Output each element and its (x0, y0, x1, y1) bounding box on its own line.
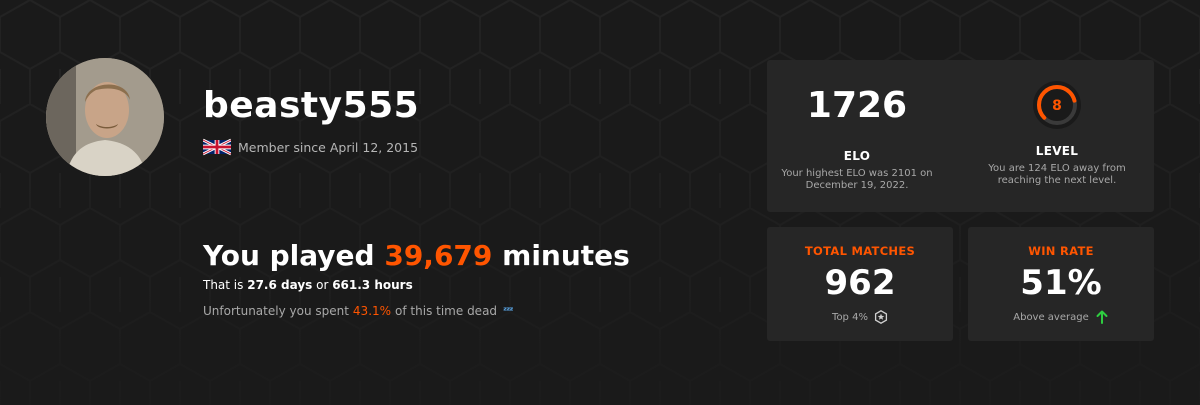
total-matches-foot: Top 4% (767, 310, 953, 324)
detail-prefix: That is (203, 278, 248, 292)
star-badge-icon (874, 310, 888, 324)
dead-prefix: Unfortunately you spent (203, 304, 349, 318)
dead-suffix: of this time dead (395, 304, 498, 318)
time-dead-line: Unfortunately you spent 43.1% of this ti… (203, 304, 514, 318)
member-since-text: Member since April 12, 2015 (238, 139, 419, 155)
detail-mid: or (312, 278, 333, 292)
win-rate-card: WIN RATE 51% Above average (968, 227, 1154, 341)
elo-label: ELO (843, 149, 871, 163)
playtime-detail: That is 27.6 days or 661.3 hours (203, 278, 413, 292)
above-average-text: Above average (1013, 311, 1089, 323)
elo-column: 1726 ELO Your highest ELO was 2101 on De… (767, 60, 947, 191)
arrow-up-icon (1096, 310, 1108, 324)
level-column: 8 LEVEL You are 124 ELO away from reachi… (967, 60, 1147, 186)
level-description: You are 124 ELO away from reaching the n… (988, 163, 1126, 186)
playtime-suffix: minutes (492, 239, 630, 272)
playtime-minutes: 39,679 (384, 239, 493, 272)
elo-value: 1726 (806, 85, 908, 126)
username: beasty555 (203, 85, 420, 126)
avatar (46, 58, 164, 176)
playtime-days: 27.6 days (247, 278, 313, 292)
total-matches-title: TOTAL MATCHES (804, 244, 916, 258)
win-rate-value: 51% (1020, 263, 1102, 303)
top-percent-text: Top 4% (832, 311, 868, 323)
level-label: LEVEL (1035, 144, 1079, 158)
member-since-row: Member since April 12, 2015 (203, 138, 418, 156)
total-matches-card: TOTAL MATCHES 962 Top 4% (767, 227, 953, 341)
level-value: 8 (1052, 98, 1062, 114)
level-gauge-icon: 8 (1033, 81, 1081, 129)
dead-percent: 43.1% (352, 304, 392, 318)
win-rate-title: WIN RATE (1028, 244, 1094, 258)
uk-flag-icon (203, 138, 231, 156)
playtime-prefix: You played (203, 239, 385, 272)
playtime-heading: You played 39,679 minutes (203, 242, 630, 270)
total-matches-value: 962 (824, 263, 896, 303)
zzz-icon: ᶻᶻᶻ (503, 305, 513, 317)
elo-level-card: 1726 ELO Your highest ELO was 2101 on De… (767, 60, 1154, 212)
playtime-hours: 661.3 hours (332, 278, 413, 292)
elo-description: Your highest ELO was 2101 on December 19… (781, 168, 933, 191)
win-rate-foot: Above average (968, 310, 1154, 324)
